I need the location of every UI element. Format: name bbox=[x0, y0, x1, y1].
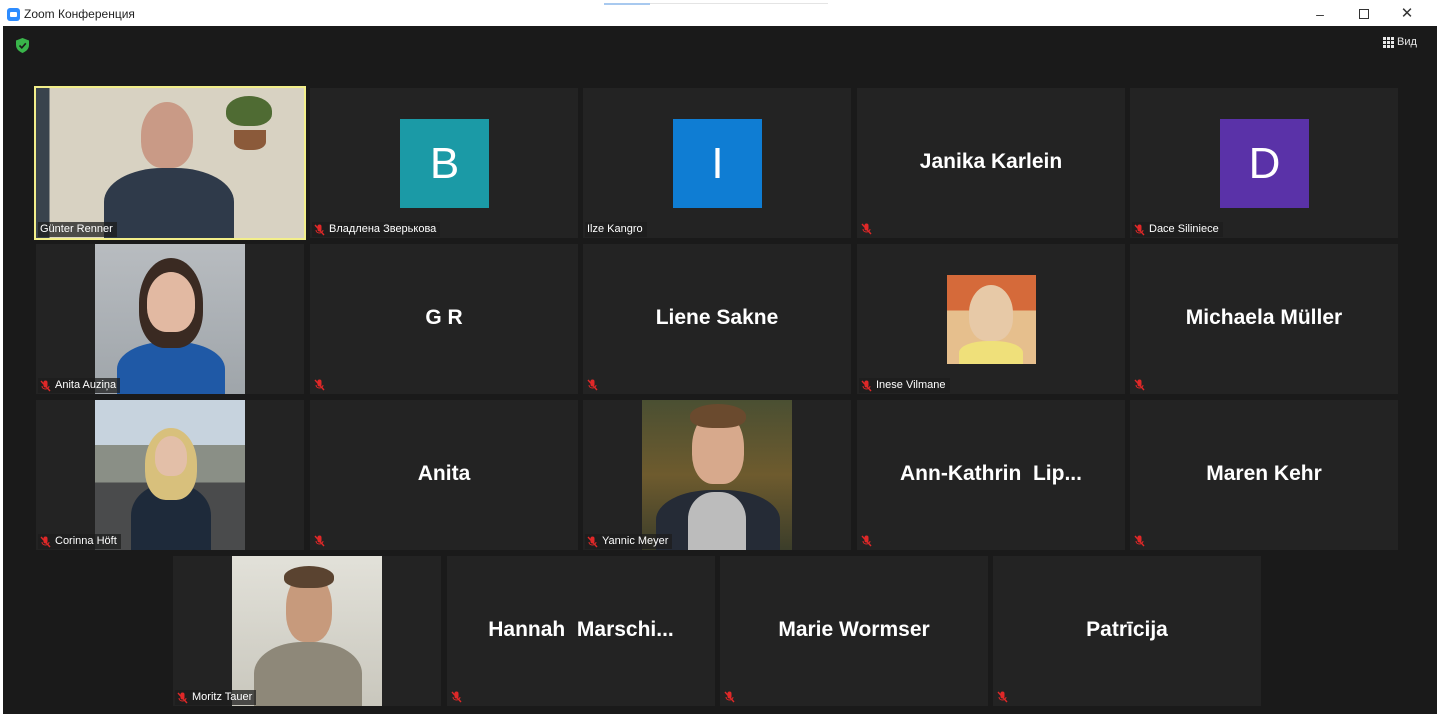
video-tile-hannah-marschi[interactable]: Hannah Marschi... bbox=[447, 556, 715, 706]
restore-icon bbox=[1359, 9, 1369, 19]
participant-name-label: Ilze Kangro bbox=[585, 222, 647, 237]
video-feed bbox=[642, 400, 792, 550]
participant-display-name: Marie Wormser bbox=[778, 618, 930, 641]
zoom-logo-icon bbox=[7, 8, 20, 21]
video-tile-liene-sakne[interactable]: Liene Sakne bbox=[583, 244, 851, 394]
video-feed bbox=[36, 88, 304, 238]
participant-name-label: Dace Siliniece bbox=[1132, 222, 1223, 237]
participant-name-label: Moritz Tauer bbox=[175, 690, 257, 705]
video-feed bbox=[95, 244, 245, 394]
profile-photo bbox=[947, 275, 1036, 364]
video-tile-yannic-meyer[interactable]: Yannic Meyer bbox=[583, 400, 851, 550]
participant-display-name: Patrīcija bbox=[1086, 618, 1168, 641]
participant-display-name: Ann-Kathrin Lip... bbox=[900, 462, 1082, 485]
video-tile-ilze-kangro[interactable]: I Ilze Kangro bbox=[583, 88, 851, 238]
participant-display-name: Janika Karlein bbox=[919, 150, 1063, 173]
video-tile-anita-auzina[interactable]: Anita Auziņa bbox=[36, 244, 304, 394]
participant-name-label: Günter Renner bbox=[38, 222, 117, 237]
participant-display-name: Hannah Marschi... bbox=[488, 618, 674, 641]
video-tile-g-r[interactable]: G R bbox=[310, 244, 578, 394]
mic-muted-icon bbox=[40, 536, 51, 547]
avatar: I bbox=[673, 119, 762, 208]
meeting-gallery: Вид Günter Renner B Владлена Зверькова I… bbox=[3, 26, 1437, 714]
grid-view-icon bbox=[1383, 36, 1394, 48]
mic-muted-icon bbox=[314, 379, 325, 391]
video-tile-anita[interactable]: Anita bbox=[310, 400, 578, 550]
participant-display-name: Anita bbox=[417, 462, 471, 485]
participant-display-name: G R bbox=[425, 306, 463, 329]
participant-display-name: Liene Sakne bbox=[655, 306, 779, 329]
participant-name-label: Anita Auziņa bbox=[38, 378, 121, 393]
video-tile-marie-wormser[interactable]: Marie Wormser bbox=[720, 556, 988, 706]
video-tile-ann-kathrin[interactable]: Ann-Kathrin Lip... bbox=[857, 400, 1125, 550]
minimize-button[interactable]: – bbox=[1306, 4, 1334, 24]
window-title: Zoom Конференция bbox=[24, 7, 135, 21]
mic-muted-icon bbox=[40, 380, 51, 391]
mic-muted-icon bbox=[861, 535, 872, 547]
participant-display-name: Maren Kehr bbox=[1206, 462, 1322, 485]
mic-muted-icon bbox=[861, 223, 872, 235]
close-button[interactable]: ✕ bbox=[1393, 4, 1421, 24]
participant-name-label: Corinna Höft bbox=[38, 534, 121, 549]
view-button[interactable]: Вид bbox=[1383, 36, 1417, 48]
participant-display-name: Michaela Müller bbox=[1185, 306, 1343, 329]
participant-name-label: Yannic Meyer bbox=[585, 534, 673, 549]
window-titlebar: Zoom Конференция – ✕ bbox=[0, 0, 1443, 28]
title-divider bbox=[604, 3, 650, 5]
video-tile-maren-kehr[interactable]: Maren Kehr bbox=[1130, 400, 1398, 550]
mic-muted-icon bbox=[177, 692, 188, 703]
mic-muted-icon bbox=[314, 224, 325, 235]
avatar: D bbox=[1220, 119, 1309, 208]
participant-name-label: Владлена Зверькова bbox=[312, 222, 441, 237]
video-tile-corinna-hoft[interactable]: Corinna Höft bbox=[36, 400, 304, 550]
mic-muted-icon bbox=[451, 691, 462, 703]
video-feed bbox=[232, 556, 382, 706]
video-tile-michaela-muller[interactable]: Michaela Müller bbox=[1130, 244, 1398, 394]
mic-muted-icon bbox=[314, 535, 325, 547]
avatar: B bbox=[400, 119, 489, 208]
mic-muted-icon bbox=[1134, 224, 1145, 235]
video-tile-patricija[interactable]: Patrīcija bbox=[993, 556, 1261, 706]
video-tile-moritz-tauer[interactable]: Moritz Tauer bbox=[173, 556, 441, 706]
title-divider bbox=[650, 3, 828, 4]
mic-muted-icon bbox=[587, 536, 598, 547]
mic-muted-icon bbox=[1134, 379, 1145, 391]
mic-muted-icon bbox=[1134, 535, 1145, 547]
mic-muted-icon bbox=[861, 380, 872, 391]
mic-muted-icon bbox=[997, 691, 1008, 703]
restore-button[interactable] bbox=[1350, 4, 1378, 24]
view-label: Вид bbox=[1397, 36, 1417, 48]
participant-name-label: Inese Vilmane bbox=[859, 378, 950, 393]
video-tile-vladlena[interactable]: B Владлена Зверькова bbox=[310, 88, 578, 238]
video-tile-janika-karlein[interactable]: Janika Karlein bbox=[857, 88, 1125, 238]
mic-muted-icon bbox=[587, 379, 598, 391]
video-tile-inese-vilmane[interactable]: Inese Vilmane bbox=[857, 244, 1125, 394]
video-tile-gunter-renner[interactable]: Günter Renner bbox=[34, 86, 306, 240]
video-feed bbox=[95, 400, 245, 550]
video-tile-dace-siliniece[interactable]: D Dace Siliniece bbox=[1130, 88, 1398, 238]
shield-check-icon[interactable] bbox=[16, 38, 29, 53]
mic-muted-icon bbox=[724, 691, 735, 703]
